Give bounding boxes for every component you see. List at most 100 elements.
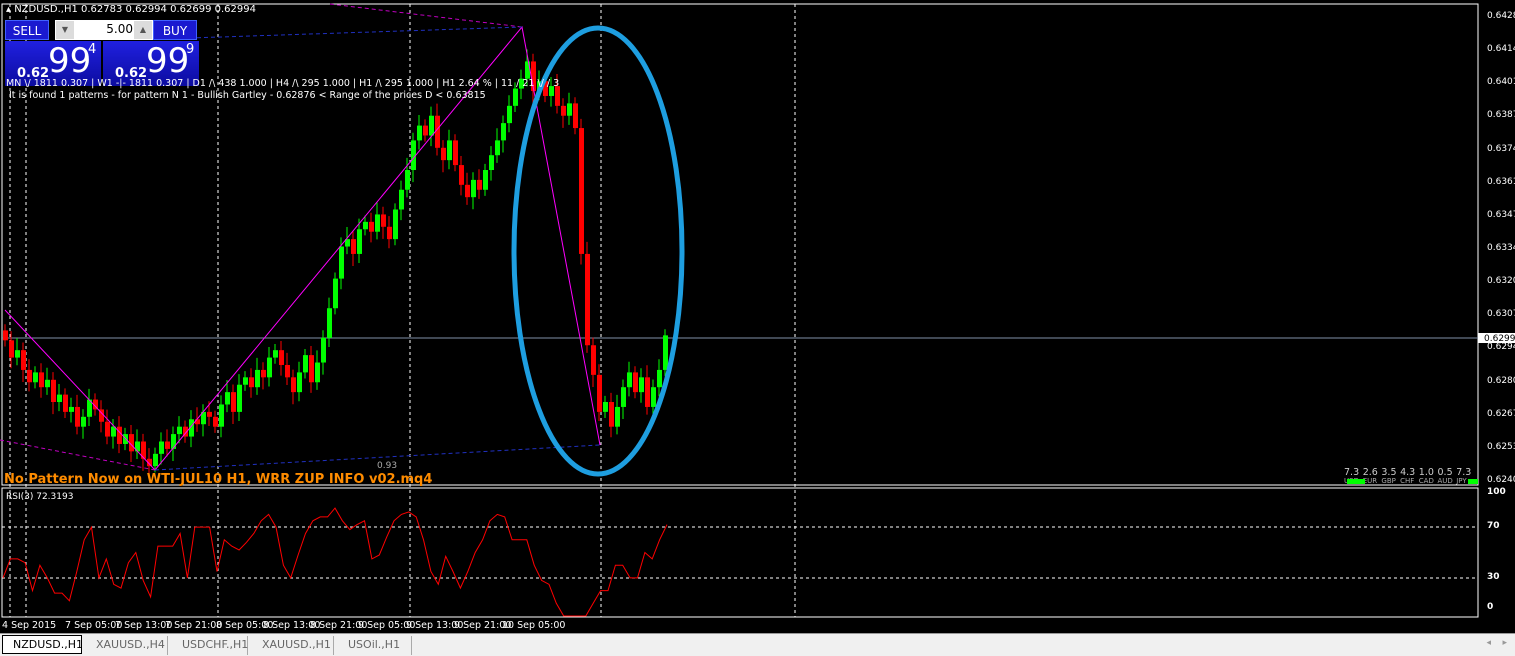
candle-body: [315, 362, 320, 383]
candle-body: [321, 337, 326, 363]
price-axis-label: 0.63475: [1487, 209, 1515, 220]
candle-body: [501, 123, 506, 141]
chart-tab[interactable]: USOil.,H1: [338, 636, 412, 655]
candle: [567, 92, 572, 125]
candle-body: [231, 392, 236, 412]
candle-body: [309, 355, 314, 383]
candle: [495, 128, 500, 163]
price-axis-label: 0.62400: [1487, 474, 1515, 485]
decrease-lot-icon[interactable]: ▼: [56, 21, 74, 39]
candle: [39, 363, 44, 398]
lot-size-stepper[interactable]: ▼ 5.00 ▲: [55, 20, 153, 40]
candle-body: [21, 350, 26, 370]
candle: [453, 134, 458, 172]
candle-body: [45, 379, 50, 388]
candle: [609, 392, 614, 438]
strength-currency: GBP: [1381, 477, 1396, 485]
candle-body: [555, 86, 560, 106]
time-axis-label: 7 Sep 21:00: [165, 620, 223, 631]
candle-body: [621, 387, 626, 407]
candle: [645, 365, 650, 415]
candle: [315, 350, 320, 390]
scroll-right-icon[interactable]: ▸: [1502, 638, 1507, 648]
candle: [81, 409, 86, 439]
price-axis-label: 0.63070: [1487, 309, 1515, 320]
candle-body: [15, 350, 20, 358]
chart-tab[interactable]: XAUUSD.,H4: [86, 636, 168, 655]
sell-button[interactable]: SELL: [5, 20, 49, 40]
scroll-left-icon[interactable]: ◂: [1486, 638, 1491, 648]
candle: [399, 180, 404, 221]
candle-body: [471, 179, 476, 198]
chart-tab[interactable]: NZDUSD.,H1: [2, 635, 83, 654]
candle: [75, 394, 80, 435]
candle: [33, 366, 38, 389]
candle-body: [453, 140, 458, 166]
pattern-info: It is found 1 patterns - for pattern N 1…: [9, 90, 486, 101]
chart-tab[interactable]: USDCHF.,H1: [172, 636, 248, 655]
price-axis-label: 0.63610: [1487, 176, 1515, 187]
price-axis-label: 0.63340: [1487, 242, 1515, 253]
candles: [3, 49, 668, 476]
candle: [603, 395, 608, 419]
candle-body: [57, 394, 62, 403]
candle: [87, 388, 92, 426]
candle-body: [441, 147, 446, 161]
symbol-info: ▴ NZDUSD.,H1 0.62783 0.62994 0.62699 0.6…: [6, 4, 256, 15]
candle: [381, 206, 386, 239]
candle: [267, 346, 272, 387]
candle: [261, 362, 266, 390]
candle: [441, 140, 446, 173]
chart-tabs: NZDUSD.,H1 XAUUSD.,H4 USDCHF.,H1 XAUUSD.,H1…: [0, 633, 1515, 656]
candle: [291, 369, 296, 405]
candle-body: [117, 426, 122, 444]
candle: [51, 372, 56, 415]
candle: [459, 155, 464, 196]
candle-body: [615, 406, 620, 427]
candle: [63, 388, 68, 419]
candle: [327, 297, 332, 347]
chart-tab[interactable]: XAUUSD.,H1: [252, 636, 334, 655]
candle: [489, 146, 494, 181]
candle-body: [159, 441, 164, 454]
candle-body: [609, 402, 614, 427]
strength-currency: CAD: [1418, 477, 1434, 485]
one-click-trading-panel: SELL ▼ 5.00 ▲ BUY 0.62 99 4 0.62 99 9: [5, 20, 199, 86]
candle-body: [213, 416, 218, 427]
increase-lot-icon[interactable]: ▲: [134, 21, 152, 39]
candle-body: [225, 392, 230, 405]
candle-body: [273, 350, 278, 358]
triangle-icon: ▴: [6, 4, 15, 15]
candle: [393, 203, 398, 246]
candle-body: [9, 340, 14, 358]
price-axis-label: 0.62670: [1487, 408, 1515, 419]
sell-price-sup: 4: [88, 42, 97, 57]
candle-body: [219, 404, 224, 427]
candle-body: [75, 406, 80, 427]
rsi-axis-label: 100: [1487, 487, 1506, 497]
candle-body: [207, 411, 212, 417]
candle-body: [297, 372, 302, 393]
price-axis-label: 0.62940: [1487, 342, 1515, 353]
lot-size-input[interactable]: 5.00: [75, 22, 133, 36]
candle-body: [351, 239, 356, 254]
candle-body: [513, 88, 518, 106]
candle-body: [489, 155, 494, 171]
candle-body: [195, 419, 200, 425]
candle-body: [369, 221, 374, 232]
candle-body: [579, 128, 584, 254]
candle: [231, 384, 236, 424]
candle: [423, 119, 428, 142]
candle: [627, 361, 632, 397]
candle: [273, 344, 278, 364]
candle: [417, 114, 422, 150]
candle-body: [279, 350, 284, 365]
candle-body: [303, 355, 308, 373]
candle-body: [33, 372, 38, 383]
candle-body: [105, 421, 110, 437]
candle-body: [459, 165, 464, 185]
candle: [447, 129, 452, 170]
candle-body: [639, 377, 644, 393]
buy-button[interactable]: BUY: [153, 20, 197, 40]
candle: [579, 118, 584, 265]
